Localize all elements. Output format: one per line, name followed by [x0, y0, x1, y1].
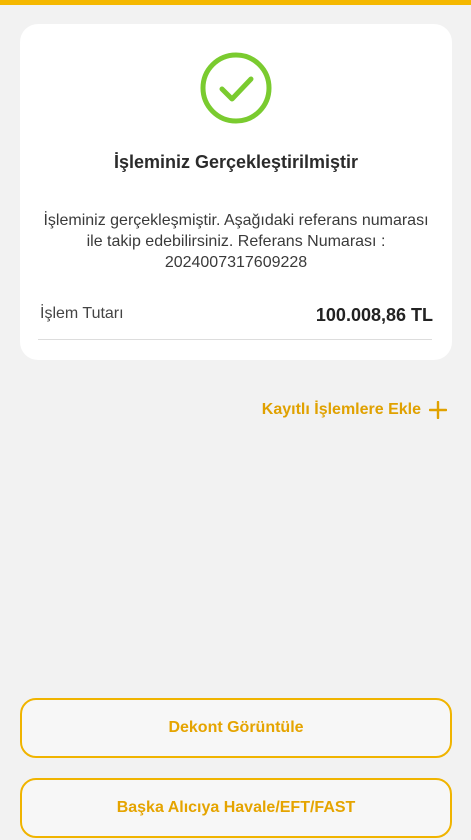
check-circle-icon [200, 52, 272, 124]
plus-icon [429, 401, 447, 419]
divider [38, 339, 432, 340]
save-to-saved-transactions-link[interactable]: Kayıtlı İşlemlere Ekle [262, 398, 447, 422]
result-message: İşleminiz gerçekleşmiştir. Aşağıdaki ref… [43, 212, 429, 271]
result-title: İşleminiz Gerçekleştirilmiştir [113, 152, 359, 172]
view-receipt-button[interactable]: Dekont Görüntüle [20, 698, 452, 758]
save-link-label: Kayıtlı İşlemlere Ekle [261, 401, 421, 418]
new-transfer-label: Başka Alıcıya Havale/EFT/FAST [116, 799, 356, 816]
view-receipt-label: Dekont Görüntüle [168, 719, 304, 736]
amount-label: İşlem Tutarı [40, 305, 124, 322]
new-transfer-button[interactable]: Başka Alıcıya Havale/EFT/FAST [20, 778, 452, 838]
amount-value: 100.008,86 TL [315, 305, 433, 325]
top-accent-bar [0, 0, 471, 5]
